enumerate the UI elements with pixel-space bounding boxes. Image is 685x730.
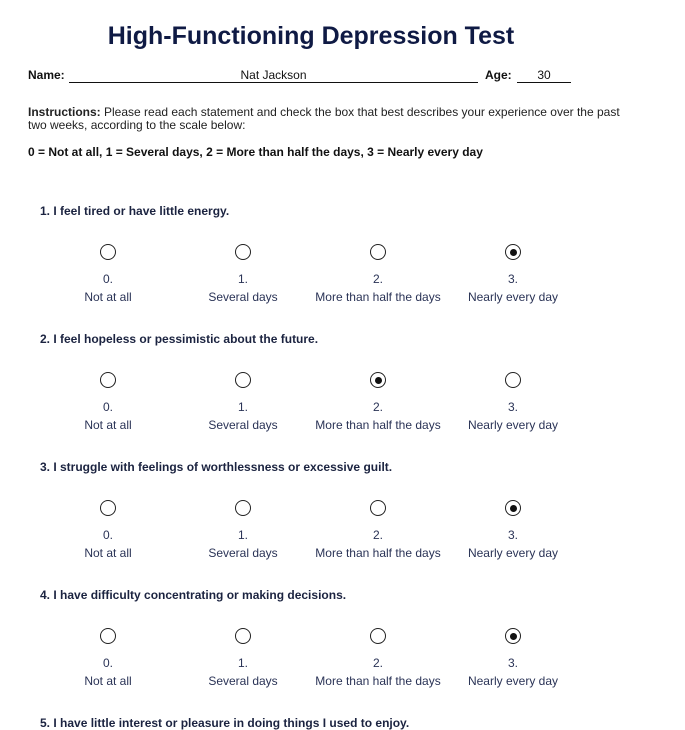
answer-option[interactable]: 3. Nearly every day [438,372,588,432]
age-field[interactable]: 30 [517,68,571,83]
option-number: 1. [237,400,248,414]
radio-unchecked-icon[interactable] [235,628,251,644]
answer-options: 0. Not at all 1. Several days 2. More than ha… [40,244,580,314]
option-number: 1. [237,272,248,286]
answer-option[interactable]: 2. More than half the days [303,244,453,304]
option-label: Nearly every day [467,674,559,688]
radio-unchecked-icon[interactable] [235,500,251,516]
age-label: Age: [485,68,512,82]
option-label: Not at all [84,674,132,688]
option-label: Not at all [84,418,132,432]
answer-option[interactable]: 1. Several days [168,628,318,688]
radio-checked-icon[interactable] [370,372,386,388]
answer-option[interactable]: 2. More than half the days [303,372,453,432]
name-age-row: Name: Nat Jackson Age: 30 [28,68,571,83]
option-number: 2. [372,400,383,414]
radio-unchecked-icon[interactable] [100,372,116,388]
answer-option[interactable]: 1. Several days [168,372,318,432]
radio-checked-icon[interactable] [505,500,521,516]
radio-unchecked-icon[interactable] [235,244,251,260]
option-label: Several days [208,418,278,432]
answer-option[interactable]: 0. Not at all [33,628,183,688]
option-number: 2. [372,656,383,670]
radio-unchecked-icon[interactable] [100,500,116,516]
radio-unchecked-icon[interactable] [370,500,386,516]
answer-option[interactable]: 0. Not at all [33,244,183,304]
answer-options: 0. Not at all 1. Several days 2. More than ha… [40,372,580,442]
option-label: More than half the days [315,418,441,432]
radio-unchecked-icon[interactable] [100,244,116,260]
option-number: 3. [507,272,518,286]
instructions-label: Instructions: [28,105,101,119]
option-label: Not at all [84,546,132,560]
radio-unchecked-icon[interactable] [235,372,251,388]
option-label: Not at all [84,290,132,304]
answer-option[interactable]: 3. Nearly every day [438,500,588,560]
question-text: 2. I feel hopeless or pessimistic about … [40,332,319,346]
answer-option[interactable]: 2. More than half the days [303,500,453,560]
name-field[interactable]: Nat Jackson [69,68,478,83]
question-text: 1. I feel tired or have little energy. [40,204,230,218]
name-label: Name: [28,68,65,82]
answer-option[interactable]: 1. Several days [168,244,318,304]
option-number: 3. [507,656,518,670]
radio-checked-icon[interactable] [505,244,521,260]
radio-unchecked-icon[interactable] [370,244,386,260]
answer-options: 0. Not at all 1. Several days 2. More than ha… [40,628,580,698]
option-number: 3. [507,400,518,414]
question-text: 5. I have little interest or pleasure in… [40,716,410,730]
answer-option[interactable]: 3. Nearly every day [438,628,588,688]
option-number: 0. [102,528,113,542]
question-text: 3. I struggle with feelings of worthless… [40,460,393,474]
option-label: More than half the days [315,546,441,560]
document-title: High-Functioning Depression Test [107,22,515,50]
option-label: More than half the days [315,290,441,304]
option-number: 0. [102,272,113,286]
radio-unchecked-icon[interactable] [100,628,116,644]
answer-option[interactable]: 0. Not at all [33,372,183,432]
option-number: 2. [372,272,383,286]
radio-unchecked-icon[interactable] [505,372,521,388]
instructions: Instructions: Please read each statement… [28,106,628,132]
option-number: 0. [102,400,113,414]
answer-options: 0. Not at all 1. Several days 2. More than ha… [40,500,580,570]
answer-option[interactable]: 0. Not at all [33,500,183,560]
option-label: Several days [208,290,278,304]
radio-unchecked-icon[interactable] [370,628,386,644]
option-label: Nearly every day [467,418,559,432]
answer-option[interactable]: 1. Several days [168,500,318,560]
option-label: Nearly every day [467,546,559,560]
option-label: Several days [208,674,278,688]
option-label: More than half the days [315,674,441,688]
option-number: 3. [507,528,518,542]
answer-option[interactable]: 3. Nearly every day [438,244,588,304]
option-number: 0. [102,656,113,670]
option-label: Nearly every day [467,290,559,304]
option-number: 1. [237,528,248,542]
option-label: Several days [208,546,278,560]
answer-option[interactable]: 2. More than half the days [303,628,453,688]
question-text: 4. I have difficulty concentrating or ma… [40,588,347,602]
radio-checked-icon[interactable] [505,628,521,644]
option-number: 1. [237,656,248,670]
instructions-text: Please read each statement and check the… [28,105,620,132]
scale-legend: 0 = Not at all, 1 = Several days, 2 = Mo… [28,145,483,159]
option-number: 2. [372,528,383,542]
